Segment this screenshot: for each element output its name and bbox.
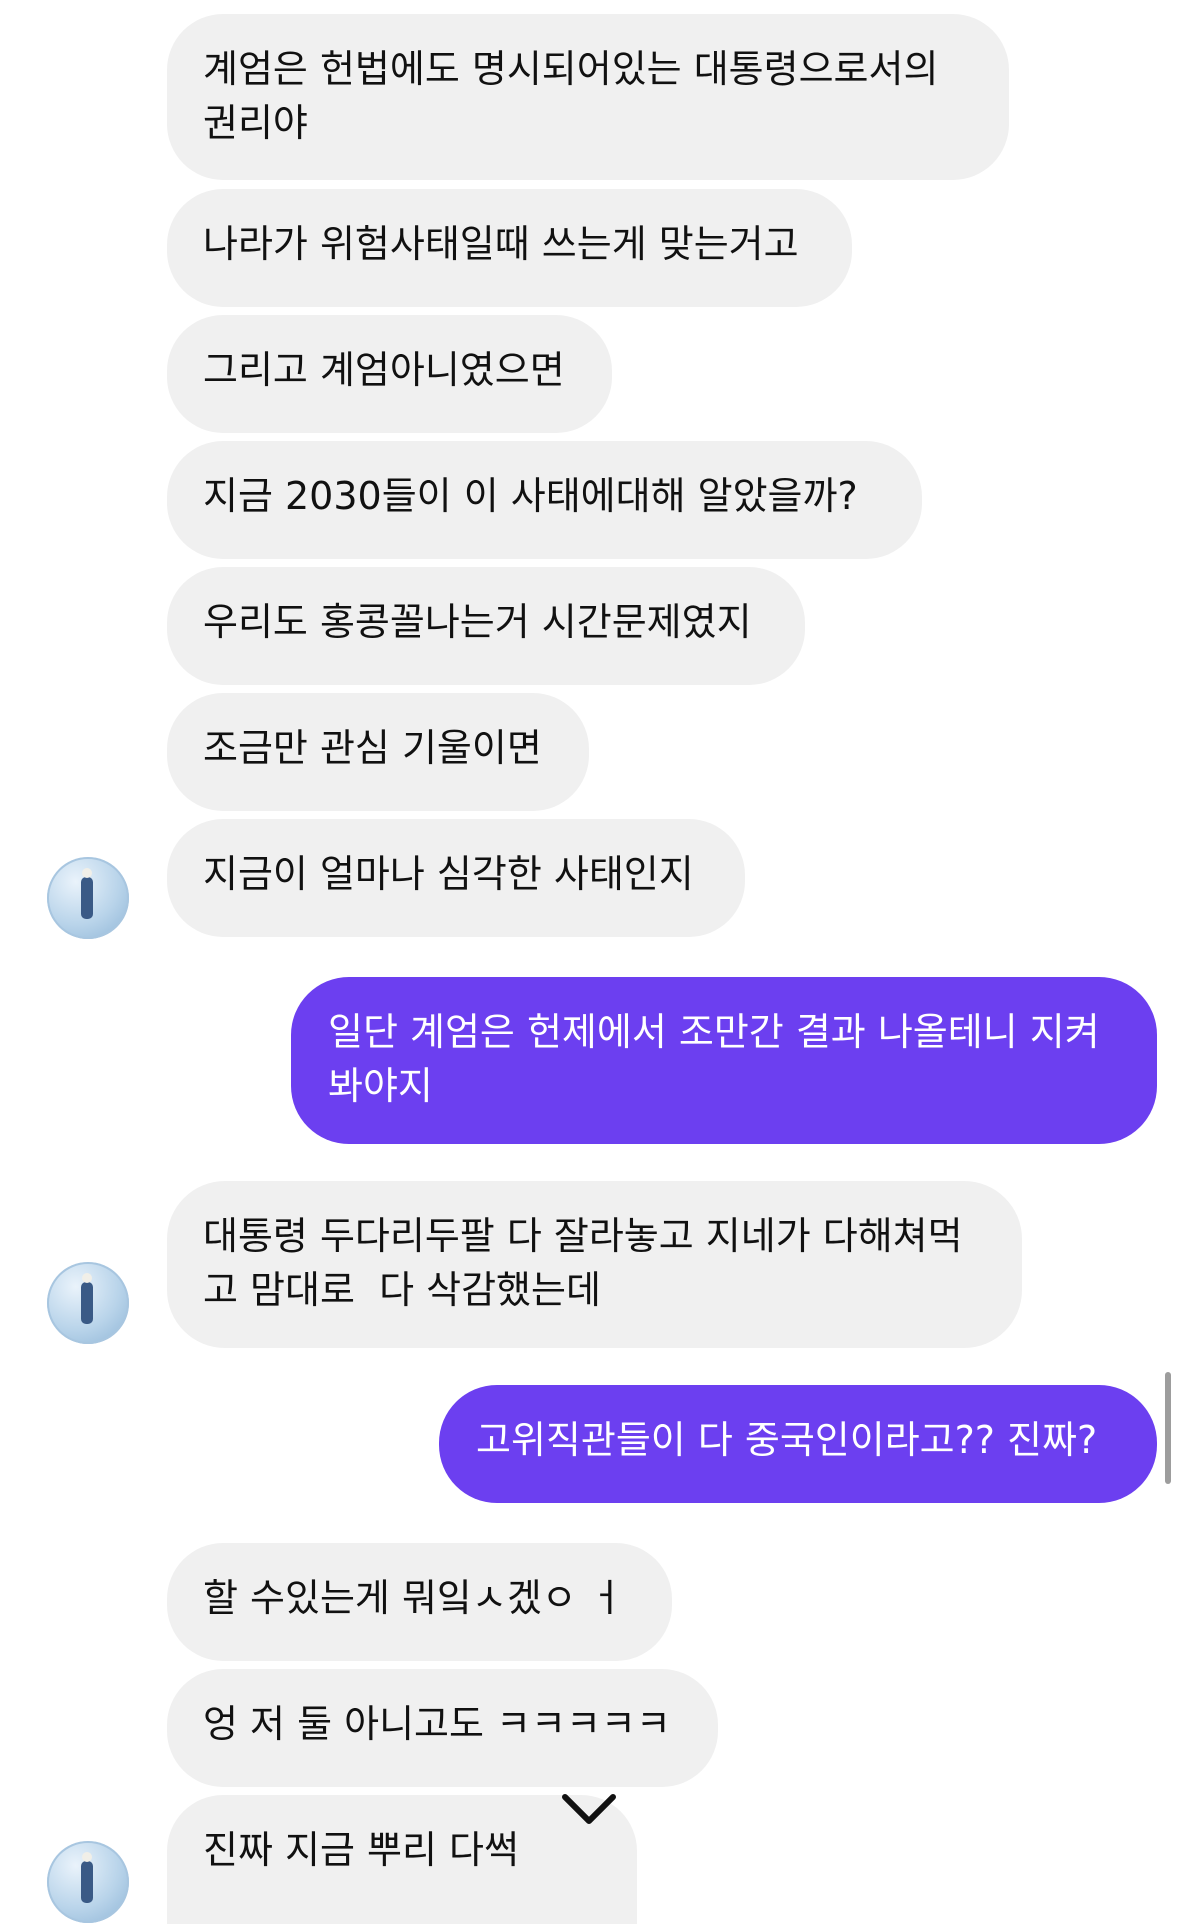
message-bubble-sent[interactable]: 일단 계엄은 헌제에서 조만간 결과 나올테니 지켜 봐야지 bbox=[291, 977, 1157, 1144]
avatar[interactable] bbox=[47, 857, 129, 939]
message-bubble-received[interactable]: 그리고 계엄아니였으면 bbox=[167, 315, 612, 433]
avatar[interactable] bbox=[47, 1841, 129, 1923]
message-bubble-received[interactable]: 할 수있는게 뭐잌ㅅ겠ㅇ ㅓ bbox=[167, 1543, 672, 1661]
message-bubble-received[interactable]: 나라가 위험사태일때 쓰는게 맞는거고 bbox=[167, 189, 852, 307]
message-bubble-received[interactable]: 우리도 홍콩꼴나는거 시간문제였지 bbox=[167, 567, 805, 685]
message-bubble-received[interactable]: 지금 2030들이 이 사태에대해 알았을까? bbox=[167, 441, 922, 559]
message-bubble-received[interactable]: 조금만 관심 기울이면 bbox=[167, 693, 589, 811]
chevron-down-icon bbox=[562, 1794, 616, 1824]
message-bubble-sent[interactable]: 고위직관들이 다 중국인이라고?? 진짜? bbox=[439, 1385, 1157, 1503]
avatar-figure bbox=[81, 1852, 93, 1903]
avatar[interactable] bbox=[47, 1262, 129, 1344]
message-bubble-received[interactable]: 지금이 얼마나 심각한 사태인지 bbox=[167, 819, 745, 937]
message-bubble-received[interactable]: 계엄은 헌법에도 명시되어있는 대통령으로서의 권리야 bbox=[167, 14, 1009, 180]
message-bubble-received[interactable]: 대통령 두다리두팔 다 잘라놓고 지네가 다해쳐먹 고 맘대로 다 삭감했는데 bbox=[167, 1181, 1022, 1348]
message-bubble-received[interactable]: 엉 저 둘 아니고도 ㅋㅋㅋㅋㅋ bbox=[167, 1669, 718, 1787]
scroll-down-button[interactable] bbox=[552, 1772, 626, 1846]
avatar-figure bbox=[81, 1273, 93, 1324]
avatar-figure bbox=[81, 868, 93, 919]
scrollbar[interactable] bbox=[1165, 1372, 1171, 1484]
